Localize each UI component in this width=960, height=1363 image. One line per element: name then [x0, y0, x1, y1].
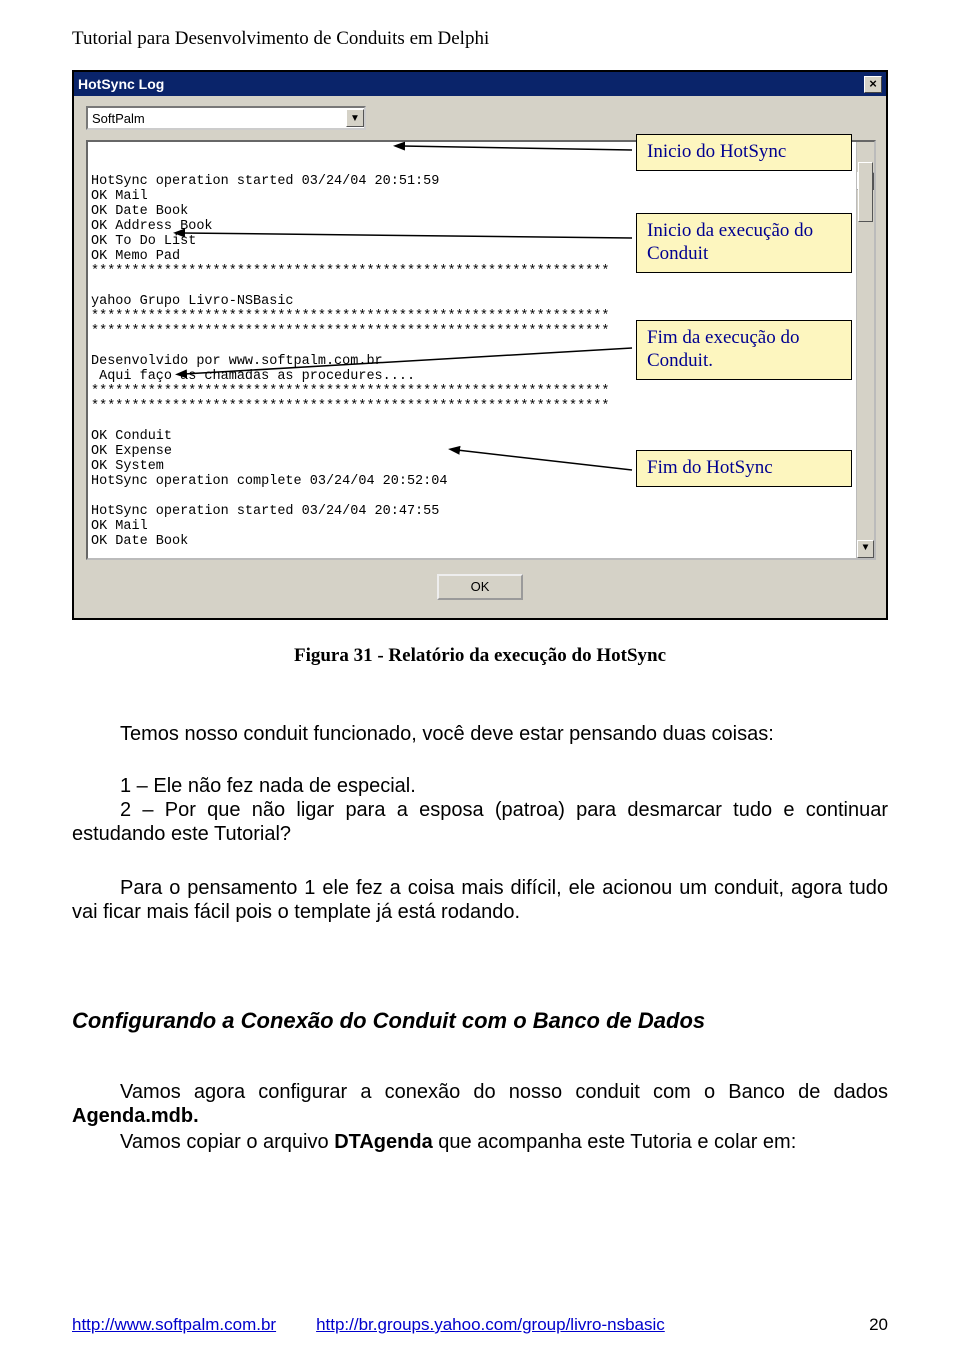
- paragraph-config: Vamos agora configurar a conexão do noss…: [72, 1080, 888, 1129]
- footer-link-1[interactable]: http://www.softpalm.com.br: [72, 1315, 276, 1335]
- paragraph-pensamento: Para o pensamento 1 ele fez a coisa mais…: [72, 876, 888, 925]
- window-title: HotSync Log: [78, 76, 164, 92]
- p4-part-a: Vamos copiar o arquivo: [120, 1131, 334, 1153]
- p3-part-a: Vamos agora configurar a conexão do noss…: [120, 1081, 888, 1103]
- combo-value: SoftPalm: [92, 111, 145, 126]
- page-header: Tutorial para Desenvolvimento de Conduit…: [72, 28, 489, 50]
- scrollbar[interactable]: ▲ ▼: [856, 142, 874, 558]
- close-button[interactable]: ×: [864, 76, 882, 93]
- section-heading: Configurando a Conexão do Conduit com o …: [72, 1008, 888, 1035]
- footer-link-2[interactable]: http://br.groups.yahoo.com/group/livro-n…: [316, 1315, 665, 1335]
- p3-bold: Agenda.mdb.: [72, 1105, 199, 1127]
- callout-inicio-execucao: Inicio da execução do Conduit: [636, 213, 852, 273]
- list-item-2: 2 – Por que não ligar para a esposa (pat…: [72, 798, 888, 847]
- titlebar: HotSync Log ×: [74, 72, 886, 96]
- page-footer: http://www.softpalm.com.br http://br.gro…: [72, 1315, 888, 1335]
- callout-inicio-hotsync: Inicio do HotSync: [636, 134, 852, 171]
- paragraph-copy: Vamos copiar o arquivo DTAgenda que acom…: [72, 1130, 888, 1154]
- chevron-down-icon[interactable]: ▼: [346, 109, 364, 127]
- paragraph-intro: Temos nosso conduit funcionado, você dev…: [72, 722, 888, 746]
- callout-fim-hotsync: Fim do HotSync: [636, 450, 852, 487]
- page-number: 20: [869, 1315, 888, 1335]
- scroll-down-icon[interactable]: ▼: [857, 540, 874, 558]
- ok-button[interactable]: OK: [437, 574, 523, 600]
- list-item-2-text: 2 – Por que não ligar para a esposa (pat…: [72, 799, 888, 845]
- scroll-thumb[interactable]: [858, 162, 873, 222]
- p4-bold: DTAgenda: [334, 1131, 433, 1153]
- user-combo[interactable]: SoftPalm ▼: [86, 106, 366, 130]
- callout-fim-execucao: Fim da execução do Conduit.: [636, 320, 852, 380]
- figure-caption: Figura 31 - Relatório da execução do Hot…: [0, 645, 960, 667]
- p4-part-c: que acompanha este Tutoria e colar em:: [433, 1131, 797, 1153]
- list-item-1: 1 – Ele não fez nada de especial.: [72, 774, 888, 798]
